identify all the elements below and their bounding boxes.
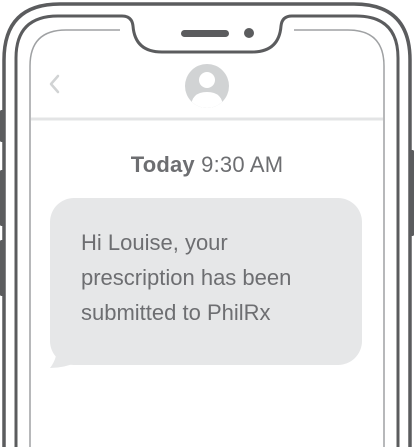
volume-down-button: [0, 240, 5, 296]
phone-mockup: Today 9:30 AM Hi Louise, your prescripti…: [0, 0, 414, 447]
person-avatar-icon[interactable]: [183, 62, 231, 110]
message-bubble[interactable]: Hi Louise, your prescription has been su…: [50, 198, 362, 365]
message-timestamp: Today 9:30 AM: [0, 152, 414, 178]
timestamp-day: Today: [130, 152, 195, 177]
speaker-grille: [181, 30, 229, 37]
chevron-left-icon[interactable]: [45, 70, 65, 98]
timestamp-time: 9:30 AM: [201, 152, 284, 177]
front-camera: [244, 28, 254, 38]
mute-switch: [0, 110, 5, 142]
conversation-header: [31, 56, 383, 118]
message-text: Hi Louise, your prescription has been su…: [81, 230, 292, 325]
volume-up-button: [0, 170, 5, 226]
